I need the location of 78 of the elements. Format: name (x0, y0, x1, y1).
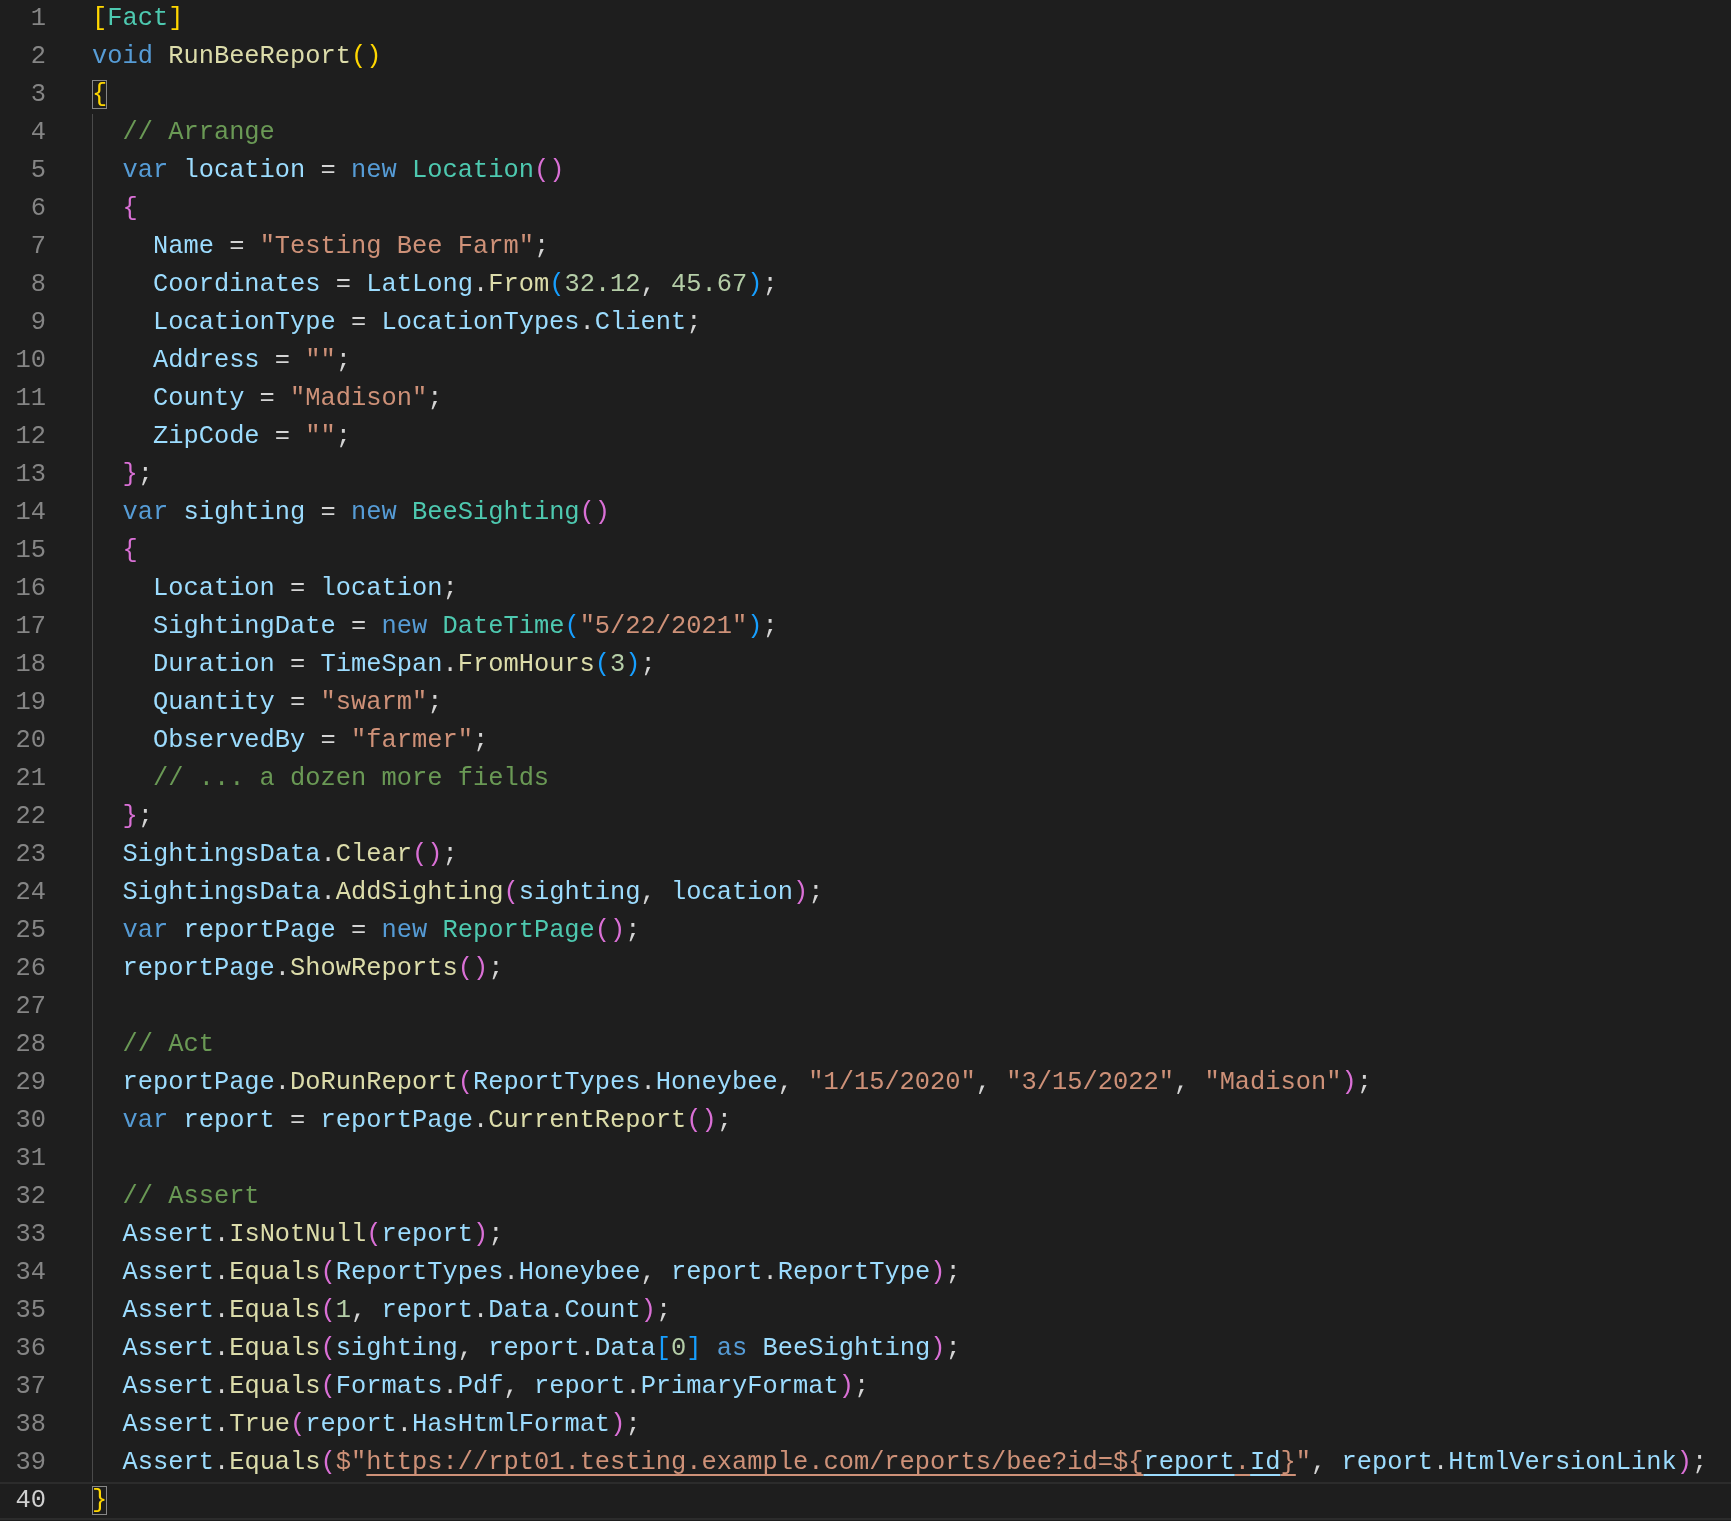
line-number: 30 (14, 1105, 46, 1137)
code-line: Assert.Equals(Formats.Pdf, report.PrimaryFormat); (92, 1368, 870, 1406)
code-line: // ... a dozen more fields (92, 760, 550, 798)
code-line: SightingsData.Clear(); (92, 836, 458, 874)
line-number: 28 (14, 1029, 46, 1061)
line-number: 37 (14, 1371, 46, 1403)
code-line: } (92, 1485, 108, 1517)
code-line: reportPage.DoRunReport(ReportTypes.Honeybee, "1/15/2020", "3/15/2022", "Madison"); (92, 1064, 1373, 1102)
code-line: [Fact] (92, 3, 184, 35)
line-number: 2 (29, 41, 46, 73)
code-line: // Act (92, 1026, 214, 1064)
line-number: 38 (14, 1409, 46, 1441)
line-number: 11 (14, 383, 46, 415)
line-number: 4 (29, 117, 46, 149)
line-number: 40 (14, 1485, 46, 1517)
line-number: 8 (29, 269, 46, 301)
line-number: 17 (14, 611, 46, 643)
code-line: }; (92, 456, 153, 494)
line-number: 26 (14, 953, 46, 985)
code-line: var reportPage = new ReportPage(); (92, 912, 641, 950)
code-line: void RunBeeReport() (92, 41, 382, 73)
code-line: Duration = TimeSpan.FromHours(3); (92, 646, 656, 684)
line-number: 35 (14, 1295, 46, 1327)
line-number: 15 (14, 535, 46, 567)
line-number: 36 (14, 1333, 46, 1365)
code-line: SightingDate = new DateTime("5/22/2021"); (92, 608, 778, 646)
code-line: Assert.True(report.HasHtmlFormat); (92, 1406, 641, 1444)
line-number: 27 (14, 991, 46, 1023)
code-line: Assert.Equals(ReportTypes.Honeybee, report.ReportType); (92, 1254, 961, 1292)
line-number: 5 (29, 155, 46, 187)
code-line: }; (92, 798, 153, 836)
line-number: 19 (14, 687, 46, 719)
code-line: Location = location; (92, 570, 458, 608)
code-line: Quantity = "swarm"; (92, 684, 443, 722)
code-line: { (92, 190, 138, 228)
line-number: 31 (14, 1143, 46, 1175)
line-number: 29 (14, 1067, 46, 1099)
code-line: // Assert (92, 1178, 260, 1216)
code-line: Address = ""; (92, 342, 352, 380)
code-line: Assert.IsNotNull(report); (92, 1216, 504, 1254)
code-line: var sighting = new BeeSighting() (92, 494, 611, 532)
line-number: 10 (14, 345, 46, 377)
line-number: 12 (14, 421, 46, 453)
line-number: 7 (29, 231, 46, 263)
code-line: SightingsData.AddSighting(sighting, location); (92, 874, 824, 912)
line-number: 16 (14, 573, 46, 605)
line-number: 20 (14, 725, 46, 757)
line-number: 21 (14, 763, 46, 795)
code-line: var report = reportPage.CurrentReport(); (92, 1102, 732, 1140)
code-line: ObservedBy = "farmer"; (92, 722, 489, 760)
line-number: 39 (14, 1447, 46, 1479)
code-line: Assert.Equals(sighting, report.Data[0] as BeeSighting); (92, 1330, 961, 1368)
line-number: 22 (14, 801, 46, 833)
code-line: var location = new Location() (92, 152, 565, 190)
code-line: reportPage.ShowReports(); (92, 950, 504, 988)
line-number: 25 (14, 915, 46, 947)
line-number: 14 (14, 497, 46, 529)
code-line: { (92, 532, 138, 570)
code-line: ZipCode = ""; (92, 418, 352, 456)
line-number: 6 (29, 193, 46, 225)
line-number: 33 (14, 1219, 46, 1251)
line-number: 18 (14, 649, 46, 681)
code-line: Assert.Equals(1, report.Data.Count); (92, 1292, 672, 1330)
line-number: 13 (14, 459, 46, 491)
line-number: 32 (14, 1181, 46, 1213)
code-line: { (92, 79, 108, 111)
code-line: LocationType = LocationTypes.Client; (92, 304, 702, 342)
code-line: // Arrange (92, 114, 275, 152)
code-line: Name = "Testing Bee Farm"; (92, 228, 550, 266)
code-line: Assert.Equals($"https://rpt01.testing.example.com/reports/bee?id=${report.Id}", report.HtmlVersionLink); (92, 1444, 1708, 1482)
line-number: 23 (14, 839, 46, 871)
code-line: Coordinates = LatLong.From(32.12, 45.67); (92, 266, 778, 304)
code-line: County = "Madison"; (92, 380, 443, 418)
line-number: 34 (14, 1257, 46, 1289)
line-number: 3 (29, 79, 46, 111)
line-number: 9 (29, 307, 46, 339)
line-number: 1 (29, 3, 46, 35)
line-number: 24 (14, 877, 46, 909)
